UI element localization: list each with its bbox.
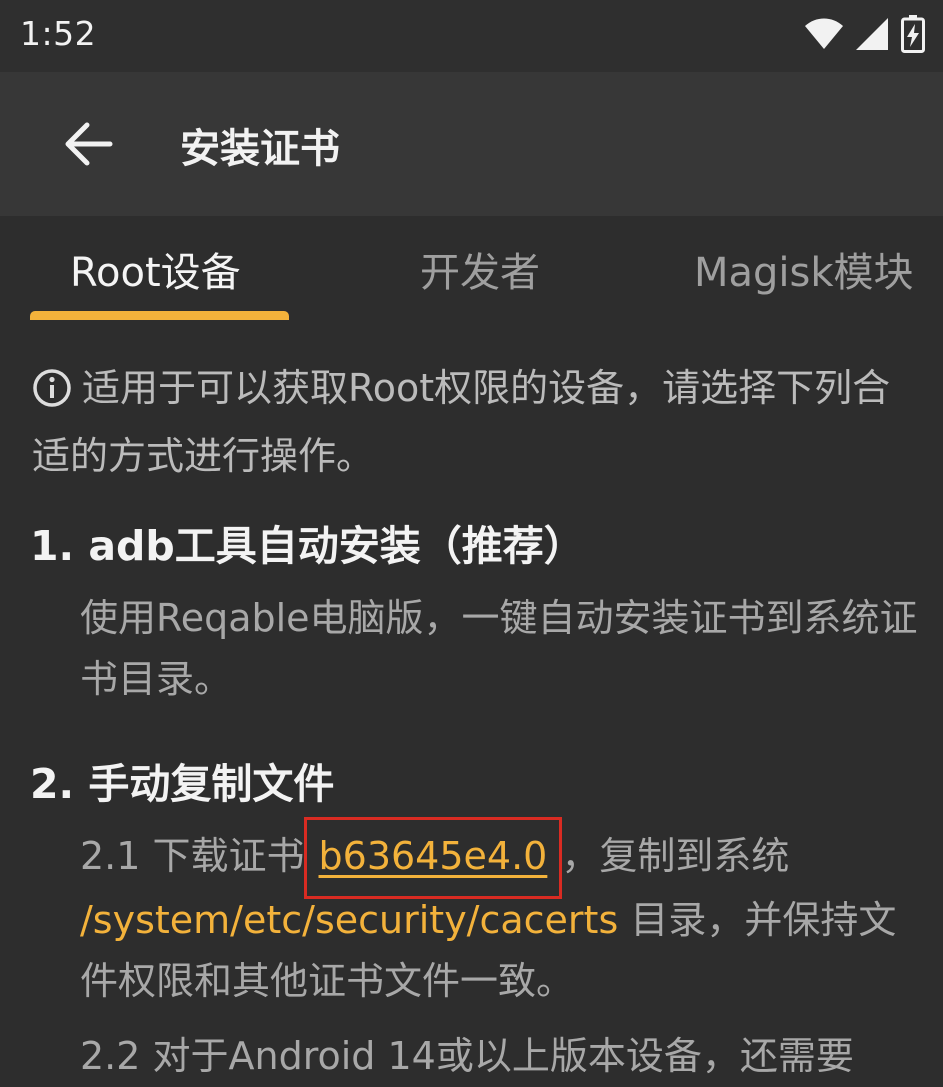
cell-signal-icon: [855, 17, 889, 51]
download-cert-link[interactable]: b63645e4.0: [303, 817, 563, 899]
status-time: 1:52: [20, 14, 97, 53]
info-icon: [32, 365, 72, 426]
active-tab-indicator: [30, 311, 289, 320]
step-2-1-prefix: 2.1 下载证书: [80, 834, 305, 878]
tab-bar: Root设备 开发者 Magisk模块: [0, 216, 943, 324]
section-manual-title: 2. 手动复制文件: [30, 760, 335, 808]
back-button[interactable]: [44, 102, 132, 186]
content-area: 适用于可以获取Root权限的设备，请选择下列合适的方式进行操作。 1. adb工…: [0, 324, 943, 1078]
tab-developer[interactable]: 开发者: [420, 240, 540, 298]
tab-root-device[interactable]: Root设备: [70, 240, 241, 298]
status-icons: [805, 14, 925, 54]
info-notice: 适用于可以获取Root权限的设备，请选择下列合适的方式进行操作。: [32, 358, 922, 487]
app-bar: 安装证书: [0, 72, 943, 216]
tab-magisk-module[interactable]: Magisk模块: [694, 240, 914, 298]
section-adb-body: 使用Reqable电脑版，一键自动安装证书到系统证书目录。: [80, 596, 918, 701]
step-2-1-mid: ，复制到系统: [561, 834, 790, 878]
back-arrow-icon: [63, 122, 113, 166]
step-2-2: 2.2 对于Android 14或以上版本设备，还需要: [80, 1034, 854, 1078]
info-text: 适用于可以获取Root权限的设备，请选择下列合适的方式进行操作。: [32, 366, 891, 478]
status-bar: 1:52: [0, 0, 943, 72]
page-title: 安装证书: [180, 126, 340, 172]
step-2-1: 2.1 下载证书 b63645e4.0 ，复制到系统 /system/etc/sec…: [80, 817, 928, 1012]
section-adb-title: 1. adb工具自动安装（推荐）: [30, 522, 585, 570]
cacerts-path: /system/etc/security/cacerts: [80, 898, 619, 942]
wifi-icon: [805, 18, 843, 50]
battery-charging-icon: [901, 15, 925, 53]
